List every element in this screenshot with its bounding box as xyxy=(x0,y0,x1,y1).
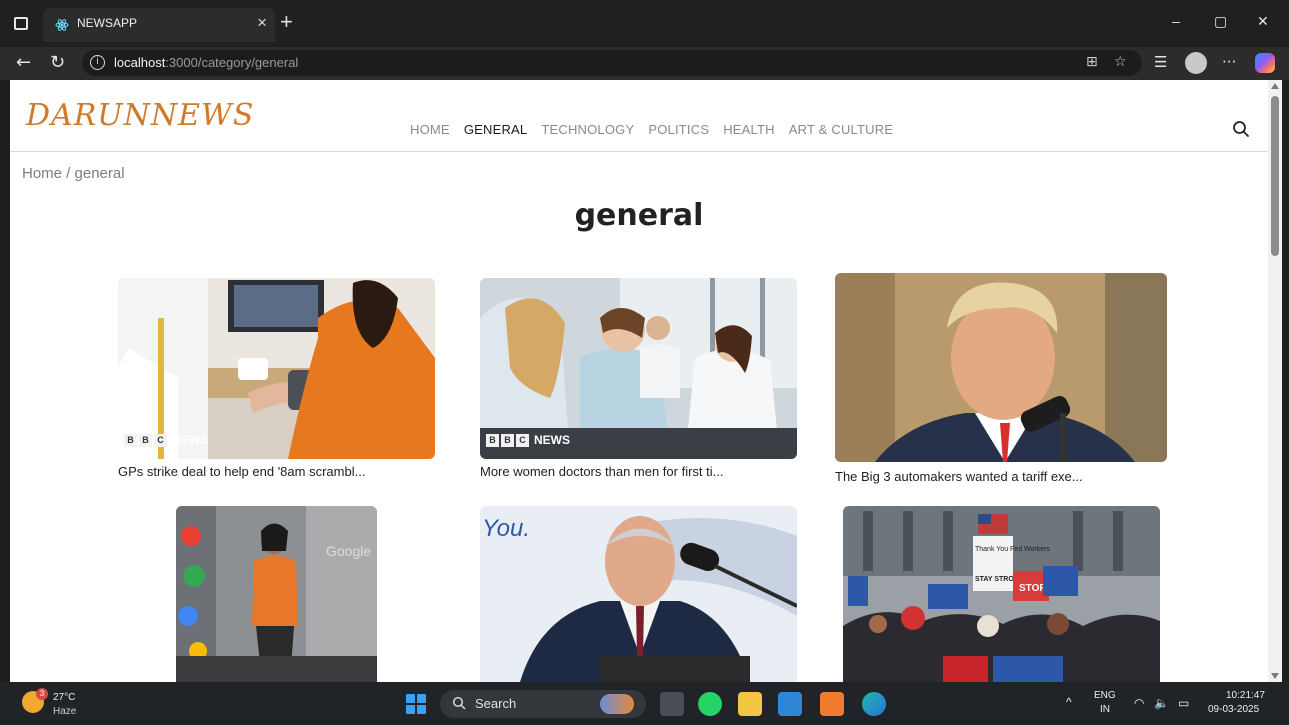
scroll-down-arrow-icon[interactable] xyxy=(1271,673,1279,679)
edge-icon[interactable] xyxy=(862,692,886,716)
react-icon xyxy=(55,19,69,31)
tray-overflow-chevron-icon[interactable]: ^ xyxy=(1066,695,1072,709)
clock-date[interactable]: 09-03-2025 xyxy=(1208,704,1259,715)
taskbar-search-label: Search xyxy=(475,696,517,711)
tab-title: NEWSAPP xyxy=(77,16,138,30)
favorite-star-icon[interactable]: ☆ xyxy=(1114,54,1127,70)
windows-taskbar: 3 27°C Haze Search ^ ENG IN ◠ 🔈 ▭ 10:21:… xyxy=(0,682,1289,725)
search-icon[interactable] xyxy=(1232,120,1250,138)
browser-tab-bar: NEWSAPP × + – ▢ ✕ xyxy=(0,0,1289,47)
volume-icon[interactable]: 🔈 xyxy=(1154,696,1169,710)
taskbar-search-box[interactable]: Search xyxy=(440,690,646,718)
you-sign-text: You. xyxy=(482,515,530,542)
page-scrollbar[interactable] xyxy=(1268,80,1282,682)
article-title-1[interactable]: GPs strike deal to help end '8am scrambl… xyxy=(118,464,365,479)
article-title-2[interactable]: More women doctors than men for first ti… xyxy=(480,464,723,479)
whatsapp-icon[interactable] xyxy=(698,692,722,716)
vscode-icon[interactable] xyxy=(778,692,802,716)
search-highlight-icon xyxy=(600,694,634,714)
profile-avatar[interactable] xyxy=(1185,52,1207,74)
battery-icon[interactable]: ▭ xyxy=(1178,696,1189,710)
task-view-icon[interactable] xyxy=(660,692,684,716)
article-image-4[interactable]: Google xyxy=(176,506,377,682)
new-tab-button[interactable]: + xyxy=(280,11,293,33)
minimize-button[interactable]: – xyxy=(1172,13,1180,29)
nav-politics[interactable]: POLITICS xyxy=(648,122,709,137)
google-wall-text: Google xyxy=(326,543,371,559)
nav-home[interactable]: HOME xyxy=(410,122,450,137)
reload-icon[interactable]: ↻ xyxy=(50,52,65,73)
clock-time[interactable]: 10:21:47 xyxy=(1226,690,1265,701)
screen: NEWSAPP × + – ▢ ✕ ← ↻ i localhost:3000/c… xyxy=(0,0,1289,725)
back-arrow-icon[interactable]: ← xyxy=(16,52,31,73)
weather-notification-badge: 3 xyxy=(36,688,48,700)
article-image-5[interactable]: You. xyxy=(480,506,797,682)
tab-newsapp[interactable]: NEWSAPP × xyxy=(43,8,275,42)
file-explorer-icon[interactable] xyxy=(738,692,762,716)
article-image-1[interactable]: BBC NEWS xyxy=(118,278,435,459)
wifi-icon[interactable]: ◠ xyxy=(1134,696,1144,710)
nav-general[interactable]: GENERAL xyxy=(464,122,528,137)
close-window-button[interactable]: ✕ xyxy=(1257,13,1269,30)
tab-close-icon[interactable]: × xyxy=(257,13,267,33)
protest-sign-thank-text: Thank You Fed Workers xyxy=(975,546,1050,553)
site-header: DARUNNEWS HOME GENERAL TECHNOLOGY POLITI… xyxy=(10,80,1268,152)
article-title-3[interactable]: The Big 3 automakers wanted a tariff exe… xyxy=(835,469,1083,484)
favorites-list-icon[interactable]: ☰ xyxy=(1154,53,1167,71)
article-image-6[interactable]: Thank You Fed Workers STAY STRONG STOP xyxy=(843,506,1160,682)
site-logo[interactable]: DARUNNEWS xyxy=(26,98,254,133)
main-nav: HOME GENERAL TECHNOLOGY POLITICS HEALTH … xyxy=(410,122,893,137)
site-info-icon[interactable]: i xyxy=(90,55,105,70)
protest-sign-stop-text: STOP xyxy=(1019,583,1046,594)
more-menu-icon[interactable]: ··· xyxy=(1222,53,1236,71)
weather-temperature[interactable]: 27°C xyxy=(53,692,75,703)
restore-button[interactable]: ▢ xyxy=(1214,13,1227,30)
tab-actions-icon[interactable] xyxy=(14,17,28,30)
copilot-icon[interactable] xyxy=(1255,53,1275,73)
nav-health[interactable]: HEALTH xyxy=(723,122,775,137)
bbc-news-badge: BBC NEWS xyxy=(124,433,208,447)
nav-art-culture[interactable]: ART & CULTURE xyxy=(789,122,893,137)
page-title: general xyxy=(574,198,704,233)
address-bar[interactable]: i localhost:3000/category/general ⊞ ☆ xyxy=(82,50,1142,76)
language-indicator-top[interactable]: ENG xyxy=(1094,690,1116,701)
bbc-news-badge: BBC NEWS xyxy=(486,433,570,447)
browser-toolbar: ← ↻ i localhost:3000/category/general ⊞ … xyxy=(0,47,1289,80)
language-indicator-bottom[interactable]: IN xyxy=(1100,704,1110,715)
breadcrumb: Home / general xyxy=(22,165,125,182)
weather-condition[interactable]: Haze xyxy=(53,706,76,717)
url-text[interactable]: localhost:3000/category/general xyxy=(114,55,298,70)
windows-start-icon[interactable] xyxy=(406,694,426,714)
article-image-2[interactable]: BBC NEWS xyxy=(480,278,797,459)
xampp-icon[interactable] xyxy=(820,692,844,716)
scrollbar-thumb[interactable] xyxy=(1271,96,1279,256)
scroll-up-arrow-icon[interactable] xyxy=(1271,83,1279,89)
article-image-3[interactable] xyxy=(835,273,1167,462)
nav-technology[interactable]: TECHNOLOGY xyxy=(541,122,634,137)
reader-view-icon[interactable]: ⊞ xyxy=(1086,54,1098,70)
search-icon xyxy=(452,696,466,710)
page-viewport: DARUNNEWS HOME GENERAL TECHNOLOGY POLITI… xyxy=(10,80,1268,682)
